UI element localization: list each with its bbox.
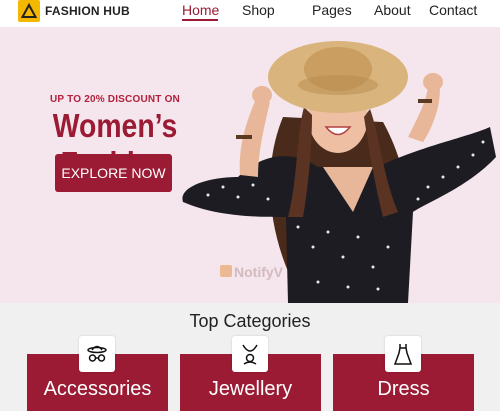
hero-model-image bbox=[182, 41, 496, 303]
hat-glasses-icon bbox=[79, 336, 115, 372]
nav-shop[interactable]: Shop bbox=[242, 2, 275, 18]
watermark-text: NotifyV bbox=[234, 264, 283, 280]
brand-name[interactable]: FASHION HUB bbox=[45, 4, 130, 18]
nav-pages[interactable]: Pages bbox=[312, 2, 352, 18]
explore-now-button[interactable]: EXPLORE NOW bbox=[55, 154, 172, 192]
category-label: Jewellery bbox=[208, 378, 293, 400]
top-navbar: FASHION HUB Home Shop Pages About Contac… bbox=[0, 0, 500, 26]
category-label: Dress bbox=[377, 378, 430, 400]
top-categories-section: Top Categories Accessories Jewellery Dre… bbox=[0, 303, 500, 411]
watermark-icon bbox=[220, 265, 232, 277]
nav-about[interactable]: About bbox=[374, 2, 411, 18]
hero-banner: UP TO 20% DISCOUNT ON Women’s Fashion EX… bbox=[0, 27, 500, 303]
necklace-icon bbox=[232, 336, 268, 372]
category-label: Accessories bbox=[43, 378, 152, 400]
section-title: Top Categories bbox=[189, 311, 311, 331]
triangle-logo-icon[interactable] bbox=[18, 0, 40, 22]
nav-home[interactable]: Home bbox=[182, 2, 219, 18]
nav-contact[interactable]: Contact bbox=[429, 2, 477, 18]
dress-icon bbox=[385, 336, 421, 372]
active-nav-indicator bbox=[182, 19, 218, 21]
